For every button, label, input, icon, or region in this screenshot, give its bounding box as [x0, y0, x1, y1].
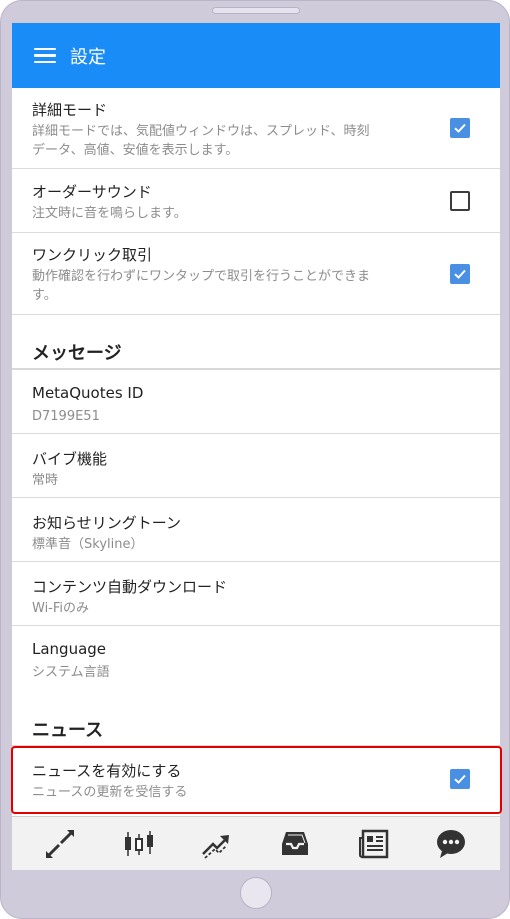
setting-title: お知らせリングトーン — [32, 514, 181, 532]
hamburger-menu-icon[interactable] — [34, 47, 56, 64]
setting-description: 注文時に音を鳴らします。 — [32, 206, 187, 221]
speaker-grille — [212, 7, 300, 14]
trade-icon[interactable] — [200, 828, 232, 860]
setting-title: MetaQuotes ID — [32, 384, 144, 402]
home-button[interactable] — [240, 877, 272, 909]
setting-order-sound[interactable]: オーダーサウンド 注文時に音を鳴らします。 — [12, 169, 500, 233]
setting-title: バイブ機能 — [32, 450, 108, 468]
setting-value: D7199E51 — [32, 409, 100, 424]
setting-value: システム言語 — [32, 665, 110, 680]
setting-metaquotes-id[interactable]: MetaQuotes ID D7199E51 — [12, 370, 500, 434]
setting-detail-mode[interactable]: 詳細モード 詳細モードでは、気配値ウィンドウは、スプレッド、時刻 データ、高値、… — [12, 88, 500, 169]
app-bar: 設定 — [12, 23, 500, 88]
setting-value: 標準音（Skyline） — [32, 537, 144, 552]
setting-title: コンテンツ自動ダウンロード — [32, 578, 228, 596]
setting-value: 常時 — [32, 473, 59, 488]
news-icon[interactable] — [358, 828, 390, 860]
section-heading-messages: メッセージ — [32, 343, 122, 364]
chat-icon[interactable] — [435, 828, 467, 860]
settings-list: 詳細モード 詳細モードでは、気配値ウィンドウは、スプレッド、時刻 データ、高値、… — [12, 88, 500, 816]
bottom-nav — [12, 816, 500, 870]
setting-title: Language — [32, 640, 107, 658]
setting-language[interactable]: Language システム言語 — [12, 626, 500, 690]
setting-description: 動作確認を行わずにワンタップで取引を行うことができま す。 — [32, 269, 371, 303]
quotes-icon[interactable] — [44, 828, 76, 860]
one-click-trading-checkbox[interactable] — [450, 264, 470, 284]
detail-mode-checkbox[interactable] — [450, 118, 470, 138]
setting-title: オーダーサウンド — [32, 183, 152, 201]
setting-one-click-trading[interactable]: ワンクリック取引 動作確認を行わずにワンタップで取引を行うことができま す。 — [12, 233, 500, 315]
setting-vibration[interactable]: バイブ機能 常時 — [12, 434, 500, 498]
highlight-box — [11, 746, 502, 814]
history-icon[interactable] — [279, 828, 311, 860]
setting-title: ワンクリック取引 — [32, 246, 153, 264]
setting-title: 詳細モード — [32, 101, 108, 119]
order-sound-checkbox[interactable] — [450, 191, 470, 211]
chart-icon[interactable] — [123, 828, 155, 860]
section-heading-news: ニュース — [32, 720, 104, 741]
setting-ringtone[interactable]: お知らせリングトーン 標準音（Skyline） — [12, 498, 500, 562]
setting-auto-download[interactable]: コンテンツ自動ダウンロード Wi-Fiのみ — [12, 562, 500, 626]
page-title: 設定 — [70, 46, 106, 68]
setting-description: 詳細モードでは、気配値ウィンドウは、スプレッド、時刻 データ、高値、安値を表示し… — [32, 124, 370, 158]
screen: 設定 詳細モード 詳細モードでは、気配値ウィンドウは、スプレッド、時刻 データ、… — [12, 23, 500, 870]
setting-value: Wi-Fiのみ — [32, 601, 90, 616]
device-frame: 設定 詳細モード 詳細モードでは、気配値ウィンドウは、スプレッド、時刻 データ、… — [0, 0, 510, 919]
